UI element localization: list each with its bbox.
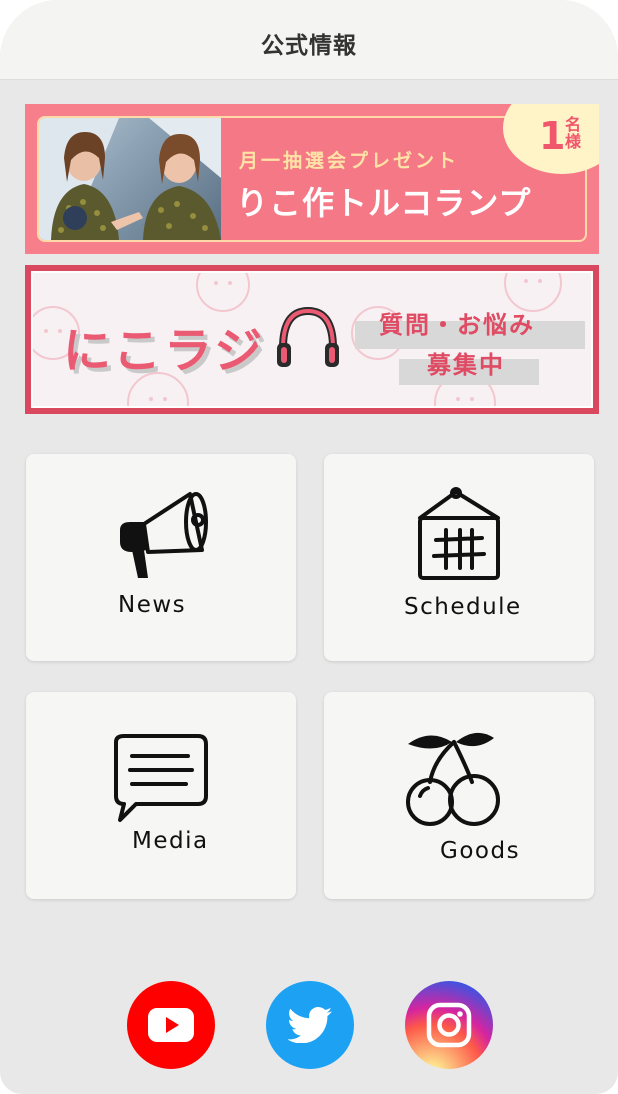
radio-banner[interactable]: にこラジ 質問・お悩み 募集中	[25, 265, 599, 414]
youtube-icon	[148, 1008, 194, 1042]
twitter-icon	[288, 1007, 332, 1043]
youtube-button[interactable]	[127, 981, 215, 1069]
page-title: 公式情報	[261, 32, 357, 59]
banner-photo	[39, 118, 221, 240]
instagram-button[interactable]	[405, 981, 493, 1069]
media-label: Media	[132, 828, 209, 854]
news-card[interactable]: News	[26, 454, 296, 661]
goods-label: Goods	[440, 838, 521, 864]
app-screen: 公式情報 月一抽選会プレゼント りこ作トルコランプ 1 名様 にこラジ 質問・お…	[0, 0, 618, 1094]
headphones-icon	[277, 306, 339, 367]
present-title: りこ作トルコランプ	[236, 184, 532, 222]
radio-banner-frame: にこラジ 質問・お悩み 募集中	[31, 271, 593, 408]
twitter-button[interactable]	[266, 981, 354, 1069]
megaphone-icon	[120, 492, 208, 578]
instagram-icon	[426, 1002, 472, 1048]
schedule-card[interactable]: Schedule	[324, 454, 594, 661]
media-card[interactable]: Media	[26, 692, 296, 899]
radio-message-line2: 募集中	[427, 351, 505, 379]
top-bar: 公式情報	[0, 0, 618, 80]
cherry-icon	[406, 732, 500, 826]
present-subtitle: 月一抽選会プレゼント	[239, 150, 460, 172]
goods-card[interactable]: Goods	[324, 692, 594, 899]
badge-unit: 名様	[565, 115, 582, 151]
radio-message-line1: 質問・お悩み	[379, 311, 535, 339]
calendar-icon	[418, 487, 500, 580]
present-banner[interactable]: 月一抽選会プレゼント りこ作トルコランプ 1 名様	[25, 104, 599, 254]
chat-bubble-icon	[114, 734, 208, 822]
badge-number: 1	[539, 114, 566, 158]
radio-brand: にこラジ	[63, 323, 266, 379]
news-label: News	[118, 592, 187, 618]
schedule-label: Schedule	[404, 594, 522, 620]
photo-illustration	[39, 118, 221, 240]
